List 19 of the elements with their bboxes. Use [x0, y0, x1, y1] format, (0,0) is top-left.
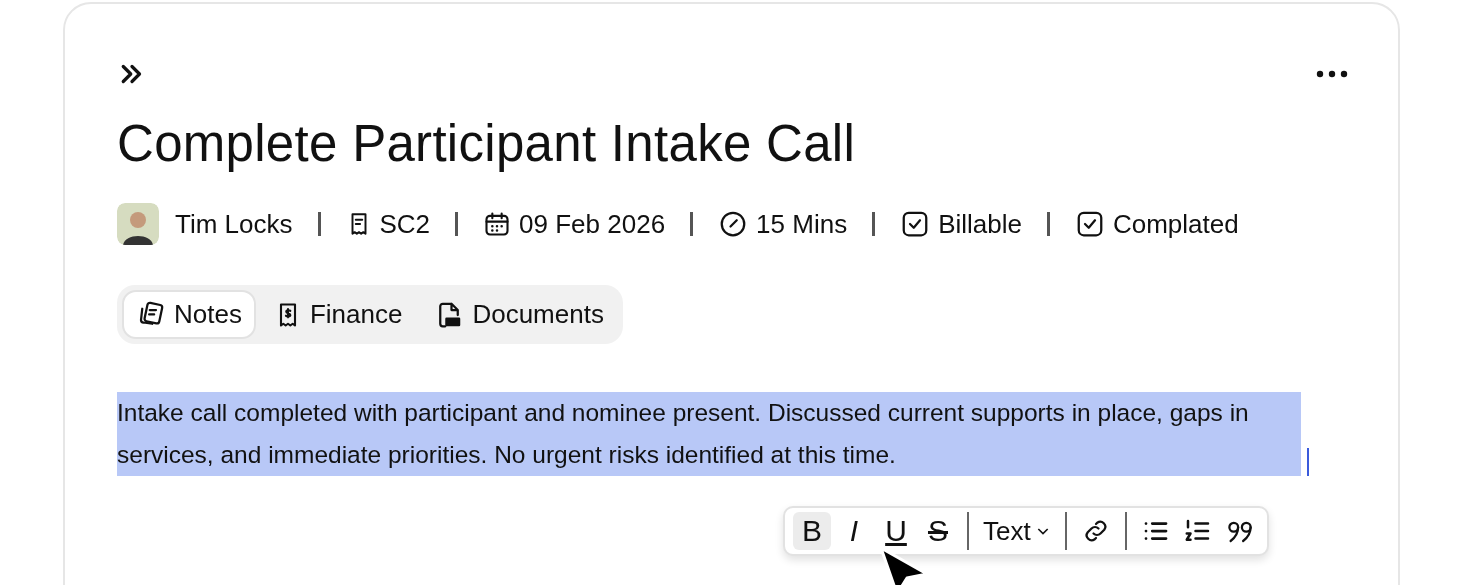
meta-label: 09 Feb 2026: [519, 208, 666, 240]
page-title: Complete Participant Intake Call: [117, 114, 857, 173]
meta-label: SC2: [379, 208, 431, 240]
bold-button[interactable]: B: [793, 512, 831, 550]
italic-button[interactable]: I: [835, 512, 873, 550]
avatar: [117, 203, 159, 245]
meta-label: Complated: [1112, 208, 1239, 240]
meta-label: 15 Mins: [756, 208, 848, 240]
more-icon[interactable]: [1316, 70, 1348, 78]
tab[interactable]: Documents: [420, 290, 618, 339]
strike-button[interactable]: S: [919, 512, 957, 550]
meta-label: Tim Locks: [175, 208, 293, 240]
underline-button[interactable]: U: [877, 512, 915, 550]
text-style-dropdown[interactable]: Text: [979, 512, 1055, 550]
calendar-icon: [483, 210, 512, 238]
meta-label: Billable: [938, 208, 1022, 240]
tab[interactable]: Finance: [259, 290, 417, 339]
note-text[interactable]: Intake call completed with participant and nominee present. Discussed current supports in place, gaps in services, and immediate priorities. No urgent risks identified at this time.: [117, 392, 1301, 476]
tab[interactable]: Notes: [122, 290, 256, 339]
